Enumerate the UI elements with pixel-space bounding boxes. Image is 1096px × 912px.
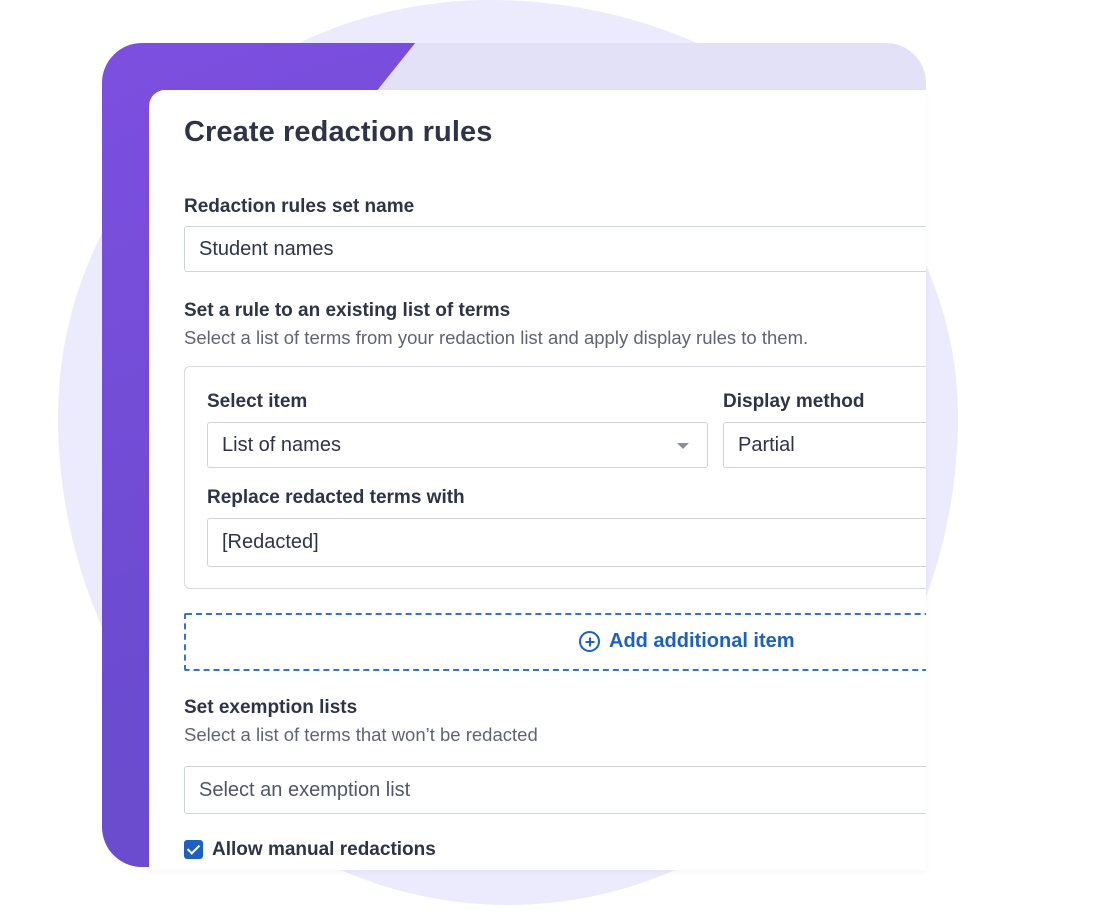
existing-list-hint: Select a list of terms from your redacti… xyxy=(184,327,809,348)
replace-terms-input[interactable]: [Redacted] xyxy=(207,518,926,567)
allow-manual-redactions-label: Allow manual redactions xyxy=(212,839,436,860)
rule-item-card: Select item List of names Display method… xyxy=(184,366,926,589)
select-item-value: List of names xyxy=(222,434,341,456)
display-method-dropdown[interactable]: Partial xyxy=(723,422,926,468)
allow-manual-redactions-checkbox[interactable] xyxy=(184,840,203,859)
add-additional-item-content: Add additional item xyxy=(579,630,795,653)
rules-set-name-label: Redaction rules set name xyxy=(184,196,415,217)
display-method-label: Display method xyxy=(723,391,865,412)
select-item-dropdown[interactable]: List of names xyxy=(207,422,708,468)
exemption-lists-label: Set exemption lists xyxy=(184,697,358,718)
redaction-rules-panel: Create redaction rules Redaction rules s… xyxy=(149,90,926,870)
replace-terms-label: Replace redacted terms with xyxy=(207,487,465,508)
add-additional-item-button[interactable]: Add additional item xyxy=(184,613,926,671)
chevron-down-icon xyxy=(677,443,689,449)
stage: Create redaction rules Redaction rules s… xyxy=(0,0,1096,912)
existing-list-label: Set a rule to an existing list of terms xyxy=(184,300,511,321)
add-additional-item-label: Add additional item xyxy=(609,630,795,652)
page-title: Create redaction rules xyxy=(184,116,493,148)
select-item-label: Select item xyxy=(207,391,308,412)
plus-circle-icon xyxy=(579,631,600,652)
exemption-list-dropdown[interactable]: Select an exemption list xyxy=(184,766,926,814)
rules-set-name-input[interactable]: Student names xyxy=(184,226,926,272)
exemption-lists-hint: Select a list of terms that won’t be red… xyxy=(184,724,538,745)
